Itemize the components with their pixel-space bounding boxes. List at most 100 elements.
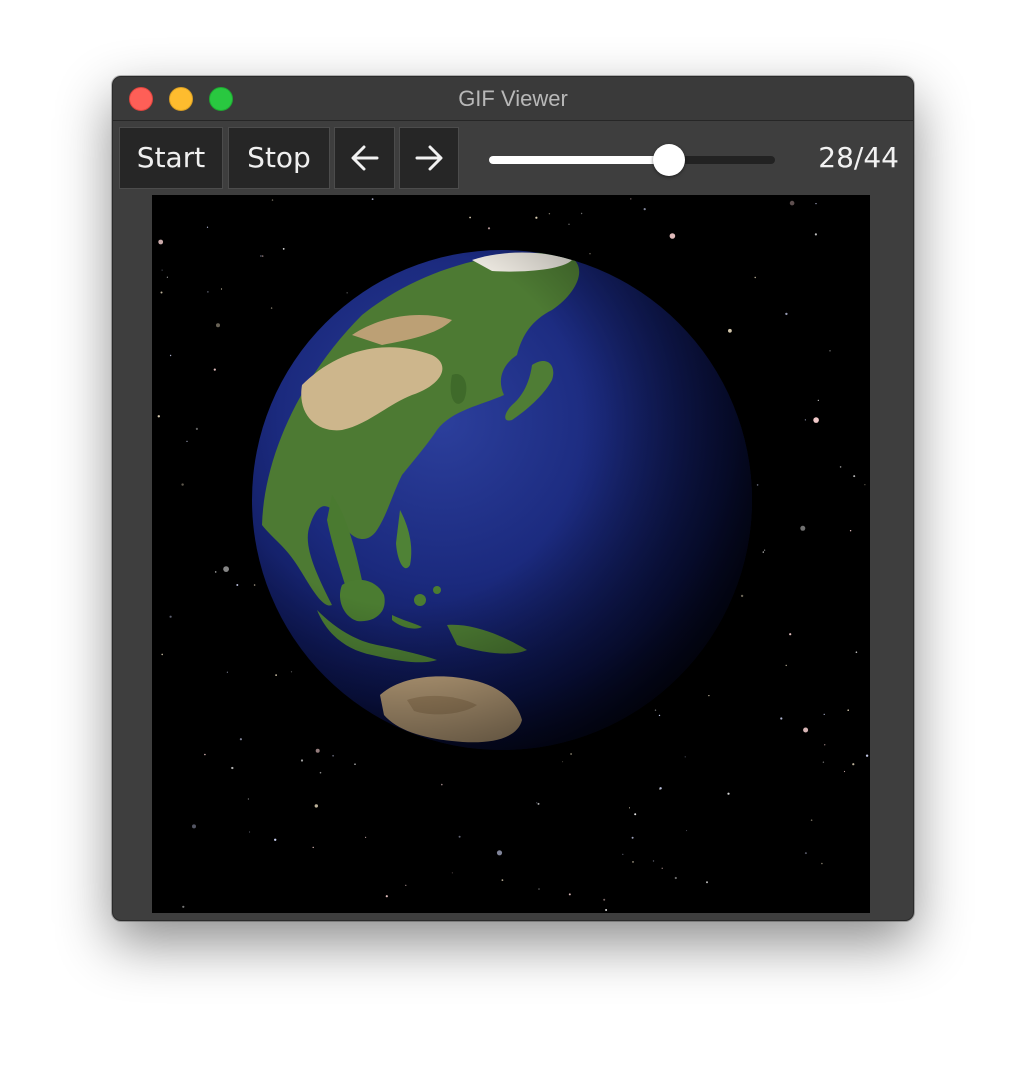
star xyxy=(262,255,264,257)
star xyxy=(643,208,646,211)
star xyxy=(764,549,766,551)
star xyxy=(852,763,855,766)
star xyxy=(622,853,624,855)
star xyxy=(669,233,676,239)
star xyxy=(319,771,322,774)
star xyxy=(230,767,233,769)
title-bar[interactable]: GIF Viewer xyxy=(113,77,913,121)
slider-thumb[interactable] xyxy=(653,144,685,176)
start-button[interactable]: Start xyxy=(119,127,223,189)
stop-button[interactable]: Stop xyxy=(228,127,330,189)
star xyxy=(290,671,293,673)
star xyxy=(195,427,198,430)
previous-frame-button[interactable] xyxy=(334,127,395,189)
star xyxy=(843,770,846,773)
slider-fill xyxy=(489,156,669,164)
star xyxy=(451,872,453,874)
star xyxy=(634,813,637,816)
star xyxy=(589,253,591,255)
star xyxy=(214,571,217,573)
star xyxy=(849,530,852,532)
star xyxy=(405,884,407,886)
arrow-left-icon xyxy=(351,145,378,171)
star xyxy=(226,671,228,673)
star xyxy=(169,615,172,618)
star xyxy=(536,802,538,804)
star xyxy=(684,756,686,758)
gif-viewer-window: GIF Viewer Start Stop 28/44 xyxy=(112,76,914,921)
star xyxy=(728,328,732,333)
star xyxy=(814,233,818,236)
star xyxy=(706,881,708,884)
star xyxy=(282,248,285,250)
star xyxy=(800,525,806,531)
star xyxy=(239,738,242,741)
star xyxy=(686,830,688,832)
star xyxy=(568,893,571,896)
star xyxy=(312,846,314,849)
star xyxy=(158,239,164,245)
star xyxy=(631,836,634,839)
star xyxy=(813,417,819,423)
star xyxy=(580,212,583,215)
star xyxy=(157,415,160,418)
star xyxy=(661,867,663,869)
star xyxy=(839,466,842,468)
star xyxy=(332,754,334,757)
star xyxy=(354,763,356,765)
star xyxy=(458,835,461,838)
star xyxy=(727,792,730,795)
star xyxy=(629,807,630,809)
star xyxy=(824,744,826,746)
star xyxy=(822,761,825,763)
star xyxy=(548,213,551,215)
star xyxy=(754,276,756,279)
star xyxy=(804,419,807,421)
star xyxy=(260,255,262,257)
star xyxy=(652,860,655,862)
star xyxy=(247,798,249,800)
star xyxy=(804,852,807,855)
star xyxy=(821,862,823,865)
star xyxy=(829,350,831,352)
next-frame-button[interactable] xyxy=(399,127,459,189)
star xyxy=(192,824,196,829)
star xyxy=(780,717,783,720)
star xyxy=(823,713,825,716)
toolbar: Start Stop 28/44 xyxy=(113,121,913,193)
star xyxy=(274,838,277,841)
star xyxy=(630,198,632,200)
star xyxy=(161,269,163,271)
star xyxy=(535,216,538,219)
star xyxy=(204,753,206,756)
star xyxy=(213,368,216,371)
earth-globe xyxy=(252,250,752,750)
star xyxy=(253,584,256,586)
star xyxy=(469,216,471,219)
star xyxy=(810,819,813,821)
star xyxy=(853,475,856,478)
star xyxy=(538,888,540,890)
star xyxy=(603,898,606,901)
star xyxy=(815,203,817,205)
star xyxy=(570,753,573,755)
star xyxy=(537,802,540,805)
star xyxy=(206,226,209,228)
star xyxy=(169,354,172,357)
star xyxy=(501,879,504,881)
star xyxy=(756,484,759,486)
star xyxy=(270,307,273,309)
star xyxy=(785,664,787,667)
star xyxy=(182,905,185,908)
star xyxy=(441,783,443,786)
star xyxy=(223,566,229,572)
star xyxy=(181,483,184,486)
star xyxy=(865,754,869,757)
star xyxy=(864,484,866,486)
star xyxy=(207,291,209,293)
star xyxy=(740,594,744,598)
frame-slider[interactable] xyxy=(489,137,775,181)
star xyxy=(236,584,239,586)
star xyxy=(785,312,788,316)
star xyxy=(674,876,677,880)
